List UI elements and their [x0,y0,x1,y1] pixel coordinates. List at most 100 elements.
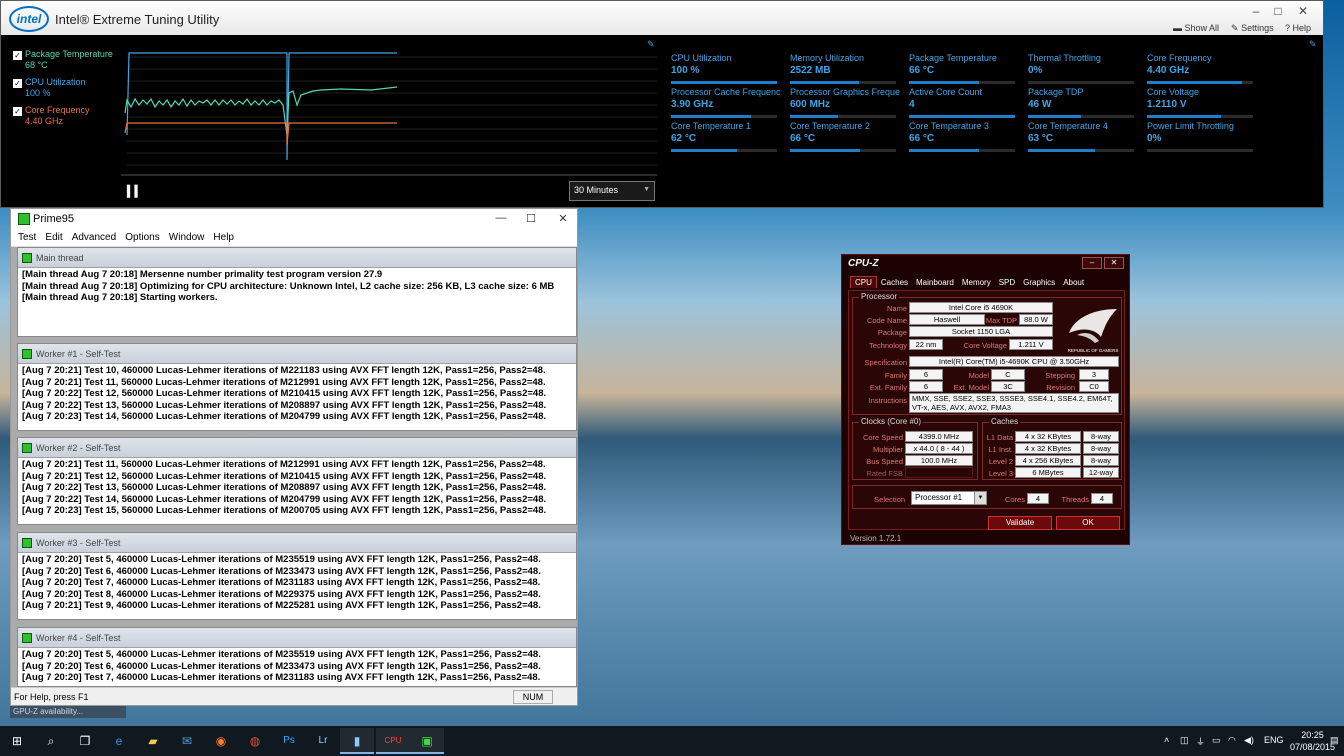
clock[interactable]: 20:25 07/08/2015 [1290,729,1335,753]
legend-core-frequency[interactable]: ✓ Core Frequency 4.40 GHz [13,105,90,126]
close-button[interactable]: ✕ [1296,4,1310,18]
time-range-select[interactable]: 30 Minutes ▼ [569,181,655,201]
tab-about[interactable]: About [1059,277,1088,288]
background-window-strip[interactable]: GPU-Z availability... [10,706,126,718]
taskbar-photoshop[interactable]: Ps [272,728,306,754]
log-line: [Aug 7 20:22] Test 13, 560000 Lucas-Lehm… [22,482,547,493]
corevoltage-value: 1.211 V [1009,339,1053,350]
metric-label: CPU Utilization [671,53,732,63]
maximize-button[interactable]: □ [1271,4,1285,18]
metric-label: Processor Graphics Freque... [790,87,900,97]
processor-select[interactable]: Processor #1 ▼ [911,491,987,505]
checkbox[interactable]: ✓ [13,51,22,60]
notifications-icon[interactable]: ▤ [1330,735,1339,746]
task-view-button[interactable]: ❐ [68,728,102,754]
tab-caches[interactable]: Caches [877,277,912,288]
subwindow-titlebar[interactable]: Worker #2 - Self-Test [18,438,576,458]
menu-help[interactable]: Help [213,232,234,243]
metric-active-core-count: Active Core Count 4 [909,87,1019,118]
tab-mainboard[interactable]: Mainboard [912,277,958,288]
checkbox[interactable]: ✓ [13,107,22,116]
tab-memory[interactable]: Memory [958,277,995,288]
group-title: Processor [859,292,900,301]
log-line: [Aug 7 20:21] Test 9, 460000 Lucas-Lehme… [22,600,541,611]
start-button[interactable]: ⊞ [0,728,34,754]
window-title: Prime95 [33,213,74,225]
subwindow-titlebar[interactable]: Worker #1 - Self-Test [18,344,576,364]
log-line: [Aug 7 20:20] Test 7, 460000 Lucas-Lehme… [22,577,541,588]
worker-4-window[interactable]: Worker #4 - Self-Test [Aug 7 20:20] Test… [17,627,577,687]
close-button[interactable]: ✕ [1104,257,1124,269]
network-icon[interactable]: ◫ [1180,735,1189,746]
pause-button[interactable]: ▍▍ [127,185,143,198]
menu-options[interactable]: Options [125,232,159,243]
worker-1-window[interactable]: Worker #1 - Self-Test [Aug 7 20:21] Test… [17,343,577,431]
taskbar-xtu[interactable]: ▮ [340,728,374,754]
wifi-icon[interactable]: ◠ [1228,735,1236,746]
validate-button[interactable]: Validate [988,516,1052,530]
checkbox[interactable]: ✓ [13,79,22,88]
log-line: [Aug 7 20:20] Test 8, 460000 Lucas-Lehme… [22,588,541,600]
xtu-body: ✓ Package Temperature 68 °C ✓ CPU Utilizat… [1,35,1323,207]
legend-cpu-utilization[interactable]: ✓ CPU Utilization 100 % [13,77,86,98]
taskbar-chrome[interactable]: ◍ [238,728,272,754]
level3-label: Level 3 [988,469,1013,478]
tab-spd[interactable]: SPD [995,277,1019,288]
ok-button[interactable]: OK [1056,516,1120,530]
taskbar-lightroom[interactable]: Lr [306,728,340,754]
search-button[interactable]: ⌕ [34,728,68,754]
legend-package-temperature[interactable]: ✓ Package Temperature 68 °C [13,49,113,70]
stepping-value: 3 [1079,369,1109,380]
close-button[interactable]: ✕ [555,212,571,225]
taskbar-file-explorer[interactable]: ▰ [136,728,170,754]
tab-cpu[interactable]: CPU [850,276,877,288]
instructions-value: MMX, SSE, SSE2, SSE3, SSSE3, SSE4.1, SSE… [909,393,1119,413]
maximize-button[interactable]: ☐ [523,212,539,225]
metric-core-temperature-4: Core Temperature 4 63 °C [1028,121,1138,152]
help-button[interactable]: ? Help [1285,23,1311,33]
show-all-button[interactable]: ▬ Show All [1173,23,1219,33]
l1-data-way: 8-way [1083,431,1119,442]
level3-value: 6 MBytes [1015,467,1081,478]
minimize-button[interactable]: – [1249,4,1263,18]
taskbar-outlook[interactable]: ✉ [170,728,204,754]
subwindow-titlebar[interactable]: Worker #4 - Self-Test [18,628,576,648]
chevron-up-icon[interactable]: ˄ [1164,735,1169,745]
worker-3-window[interactable]: Worker #3 - Self-Test [Aug 7 20:20] Test… [17,532,577,620]
chevron-down-icon: ▼ [974,492,986,504]
language-indicator[interactable]: ENG [1264,735,1284,745]
metric-value: 3.90 GHz [671,99,714,110]
metric-bar [1028,115,1134,118]
worker-2-window[interactable]: Worker #2 - Self-Test [Aug 7 20:21] Test… [17,437,577,525]
wrench-icon[interactable]: ✎ [647,39,655,50]
window-title: Intel® Extreme Tuning Utility [55,12,220,27]
specification-value: Intel(R) Core(TM) i5-4690K CPU @ 3.50GHz [909,356,1119,367]
volume-icon[interactable]: ◀) [1244,735,1254,746]
main-thread-window[interactable]: Main thread [Main thread Aug 7 20:18] Me… [17,247,577,337]
technology-label: Technology [869,341,907,350]
ratedfsb-label: Rated FSB [866,469,903,478]
metric-value: 62 °C [671,133,697,144]
taskbar-firefox[interactable]: ◉ [204,728,238,754]
settings-button[interactable]: ✎ Settings [1231,23,1274,34]
menu-edit[interactable]: Edit [45,232,62,243]
log-line: [Aug 7 20:21] Test 12, 560000 Lucas-Lehm… [22,470,547,482]
display-icon[interactable]: ▭ [1212,735,1221,746]
tab-graphics[interactable]: Graphics [1019,277,1059,288]
log-line: [Aug 7 20:20] Test 6, 460000 Lucas-Lehme… [22,660,541,672]
wrench-icon[interactable]: ✎ [1309,39,1317,50]
family-label: Family [884,371,907,380]
taskbar-edge[interactable]: e [102,728,136,754]
menu-window[interactable]: Window [169,232,205,243]
prime95-titlebar[interactable]: Prime95 — ☐ ✕ [11,209,577,229]
taskbar-cpuz[interactable]: CPU [376,728,410,754]
taskbar-prime95[interactable]: ▣ [410,728,444,754]
minimize-button[interactable]: — [493,212,509,224]
minimize-button[interactable]: – [1082,257,1102,269]
menu-test[interactable]: Test [18,232,36,243]
subwindow-titlebar[interactable]: Worker #3 - Self-Test [18,533,576,553]
subwindow-titlebar[interactable]: Main thread [18,248,576,268]
metric-bar [1147,81,1253,84]
menu-advanced[interactable]: Advanced [72,232,116,243]
usb-icon[interactable]: ⏚ [1196,735,1205,748]
